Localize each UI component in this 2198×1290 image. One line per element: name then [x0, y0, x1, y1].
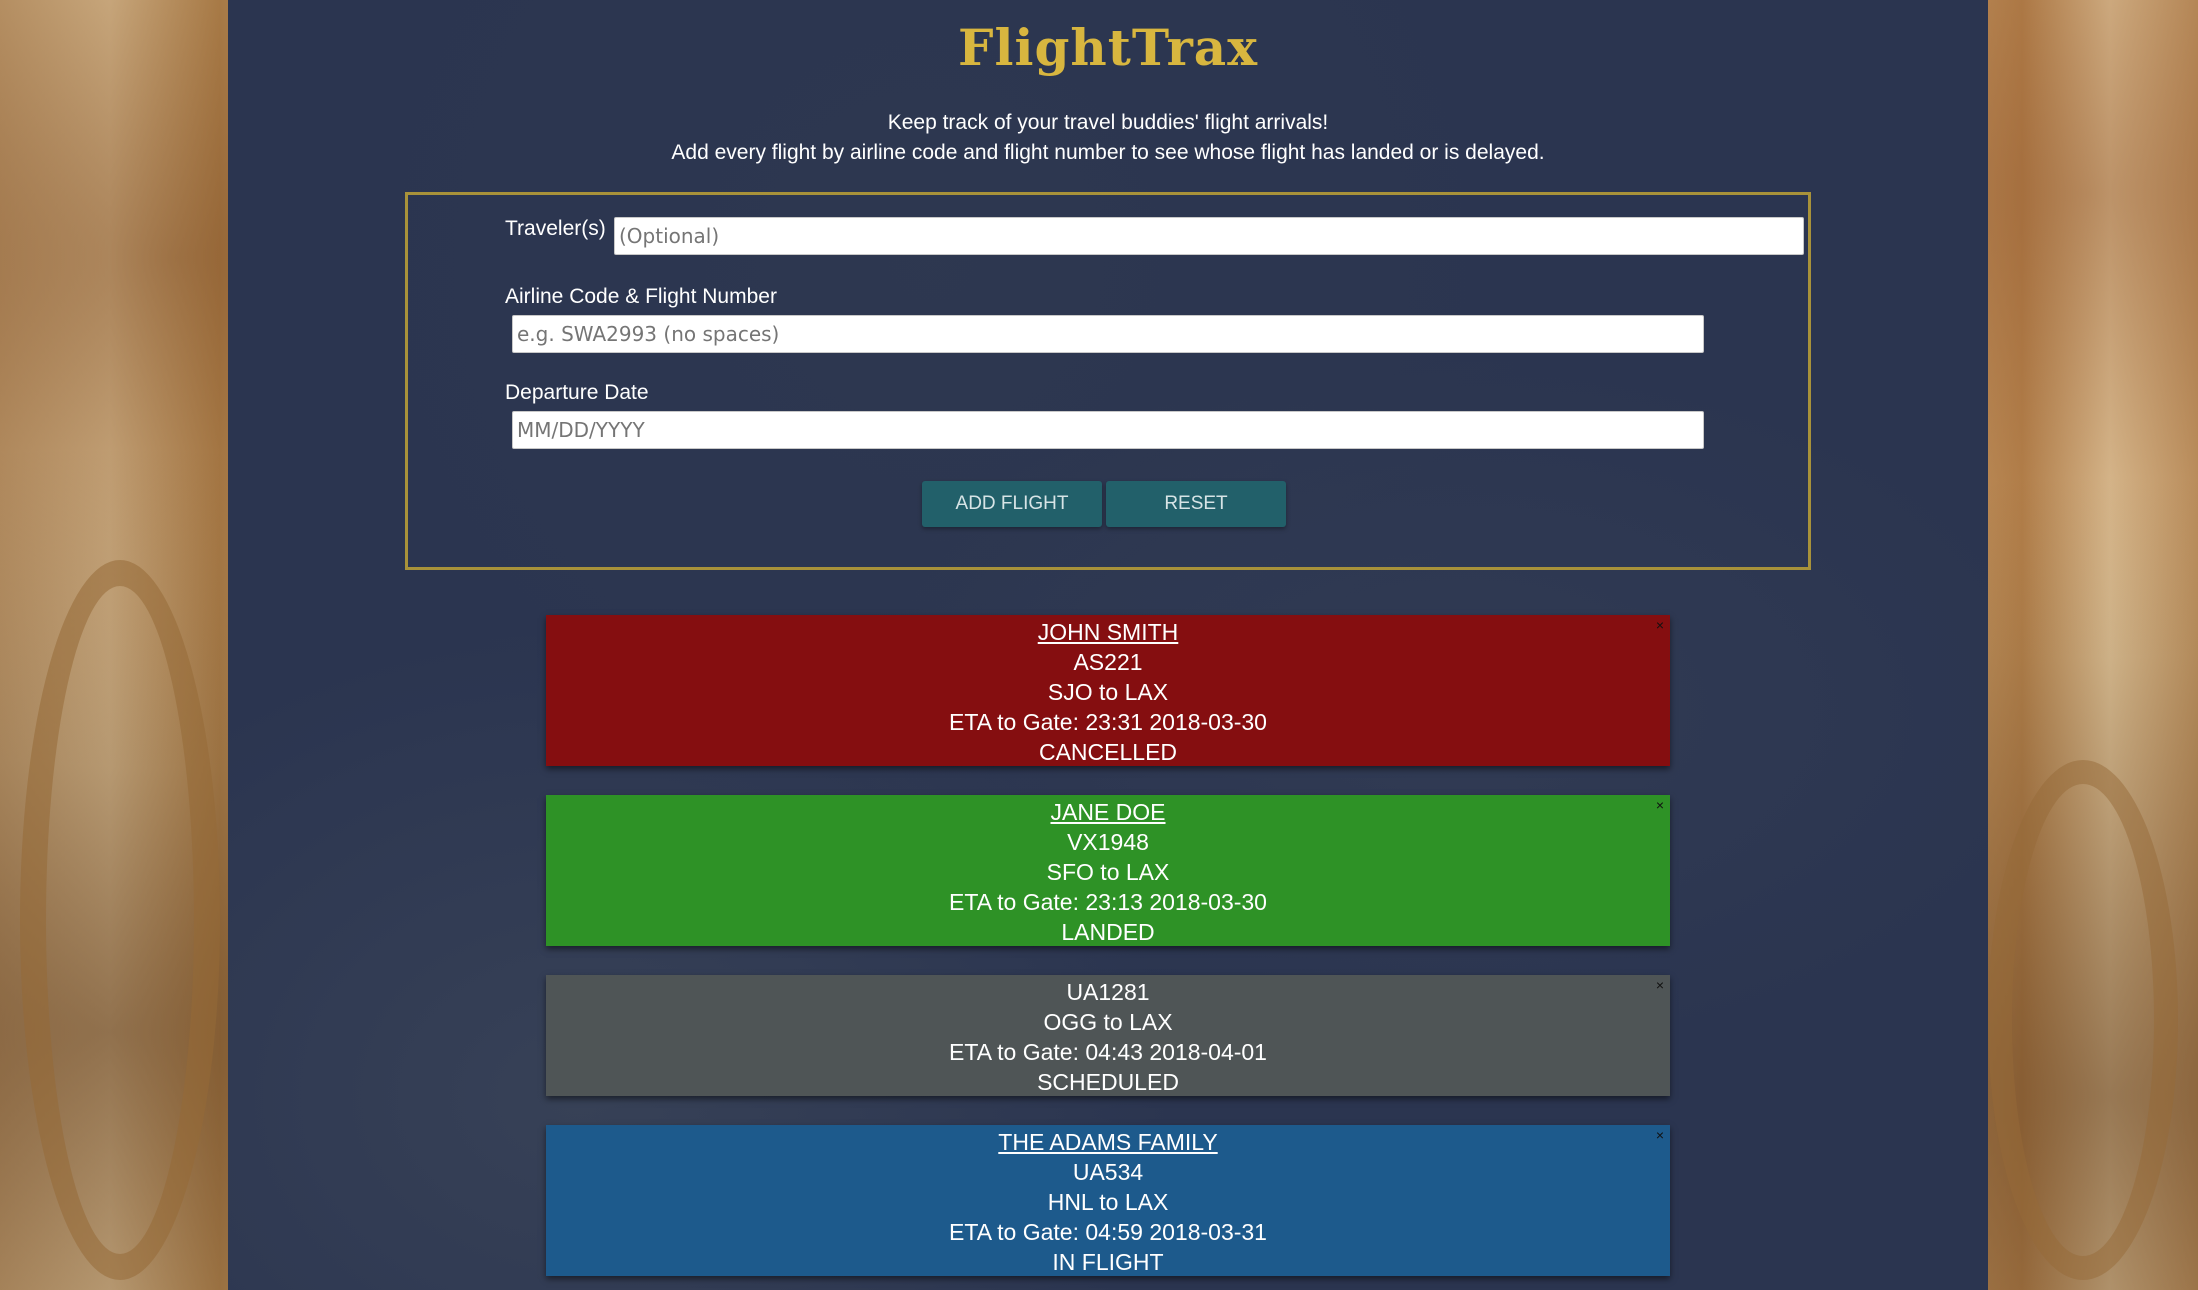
flight-route: SFO to LAX: [1046, 859, 1170, 885]
subtitle-line-1: Keep track of your travel buddies' fligh…: [887, 111, 1329, 134]
flight-card-landed: × JANE DOE VX1948 SFO to LAX ETA to Gate…: [546, 795, 1670, 946]
traveler-input[interactable]: [614, 217, 1804, 255]
flight-status: SCHEDULED: [1037, 1069, 1179, 1095]
close-icon[interactable]: ×: [1656, 615, 1664, 635]
flight-number: VX1948: [1067, 829, 1149, 855]
main-panel: FlightTrax Keep track of your travel bud…: [228, 0, 1988, 1290]
flight-card-cancelled: × JOHN SMITH AS221 SJO to LAX ETA to Gat…: [546, 615, 1670, 766]
flight-route: SJO to LAX: [1047, 679, 1169, 705]
add-flight-form: Traveler(s) Airline Code & Flight Number…: [405, 192, 1811, 570]
background-rope-left: [20, 560, 220, 1280]
flight-status: LANDED: [1061, 919, 1155, 945]
flight-status: CANCELLED: [1038, 739, 1178, 765]
flight-card-in-flight: × THE ADAMS FAMILY UA534 HNL to LAX ETA …: [546, 1125, 1670, 1276]
flight-status: IN FLIGHT: [1052, 1249, 1164, 1275]
flight-traveler[interactable]: JOHN SMITH: [546, 617, 1670, 647]
flight-eta: ETA to Gate: 23:31 2018-03-30: [949, 709, 1267, 735]
close-icon[interactable]: ×: [1656, 795, 1664, 815]
flight-card-scheduled: × UA1281 OGG to LAX ETA to Gate: 04:43 2…: [546, 975, 1670, 1096]
reset-button[interactable]: RESET: [1106, 481, 1286, 527]
flight-route: OGG to LAX: [1043, 1009, 1173, 1035]
traveler-label: Traveler(s): [505, 217, 606, 240]
close-icon[interactable]: ×: [1656, 1125, 1664, 1145]
departure-date-label: Departure Date: [505, 381, 649, 404]
flight-number: UA534: [1072, 1159, 1144, 1185]
flight-eta: ETA to Gate: 04:59 2018-03-31: [949, 1219, 1267, 1245]
flight-eta: ETA to Gate: 04:43 2018-04-01: [949, 1039, 1267, 1065]
flight-traveler[interactable]: JANE DOE: [546, 797, 1670, 827]
flight-number-input[interactable]: [512, 315, 1704, 353]
app-subtitle: Keep track of your travel buddies' fligh…: [228, 108, 1988, 168]
app-title: FlightTrax: [957, 18, 1258, 77]
subtitle-line-2: Add every flight by airline code and fli…: [671, 141, 1545, 164]
flight-traveler[interactable]: THE ADAMS FAMILY: [546, 1127, 1670, 1157]
add-flight-button[interactable]: ADD FLIGHT: [922, 481, 1102, 527]
background-rope-right: [1988, 760, 2178, 1280]
flight-number: UA1281: [1066, 979, 1150, 1005]
flight-number: AS221: [1073, 649, 1143, 675]
departure-date-input[interactable]: [512, 411, 1704, 449]
close-icon[interactable]: ×: [1656, 975, 1664, 995]
flight-number-label: Airline Code & Flight Number: [505, 285, 777, 308]
flight-route: HNL to LAX: [1047, 1189, 1169, 1215]
flight-eta: ETA to Gate: 23:13 2018-03-30: [949, 889, 1267, 915]
